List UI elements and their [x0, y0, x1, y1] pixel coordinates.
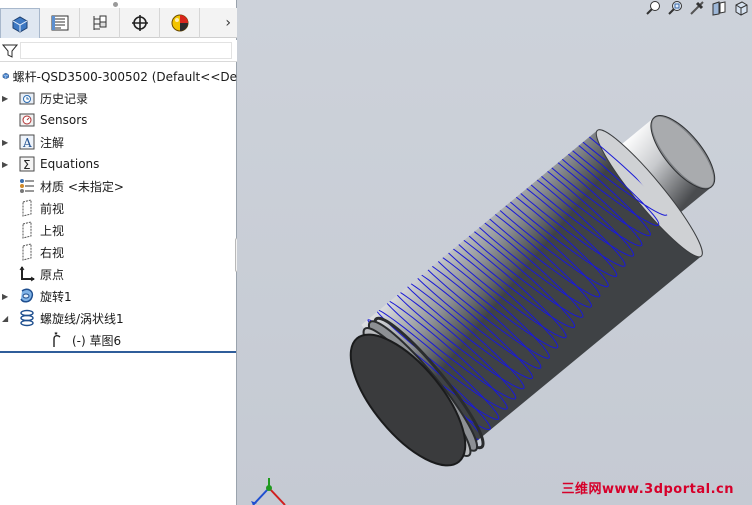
tab-display-manager[interactable] [160, 8, 200, 38]
helix-icon [18, 309, 36, 327]
revolve-icon [18, 287, 36, 305]
tree-item-label: 螺旋线/涡状线1 [40, 311, 124, 326]
expand-arrow-icon[interactable]: ▶ [2, 94, 12, 103]
sketch-icon [50, 331, 68, 349]
tree-item-label: (-) 草图6 [72, 333, 122, 348]
configuration-manager-icon [93, 15, 106, 30]
tree-item-history[interactable]: ▶ 历史记录 [0, 87, 237, 109]
tree-item-label: 注解 [40, 135, 65, 150]
annotation-icon: A [18, 133, 36, 151]
tree-item-material[interactable]: 材质 <未指定> [0, 175, 237, 197]
tree-item-label: 历史记录 [40, 91, 89, 106]
tab-configuration-manager[interactable] [80, 8, 120, 38]
feature-manager-panel: › 螺杆-QSD3500-300502 (Default<<De ▶ 历史记录 … [0, 0, 237, 505]
tab-property-manager[interactable] [40, 8, 80, 38]
svg-text:A: A [22, 136, 32, 150]
origin-icon [18, 265, 36, 283]
tree-item-label: Equations [40, 157, 100, 171]
expand-arrow-icon[interactable]: ▶ [2, 292, 12, 301]
filter-bar [0, 40, 237, 62]
tree-item-equations[interactable]: ▶ Σ Equations [0, 153, 237, 175]
part-icon [2, 72, 9, 80]
tree-item-sensors[interactable]: Sensors [0, 109, 237, 131]
graphics-viewport[interactable]: 三维网www.3dportal.cn [237, 0, 752, 505]
tree-item-front-plane[interactable]: 前视 [0, 197, 237, 219]
screw-model[interactable] [237, 0, 752, 505]
material-icon [18, 177, 36, 195]
tree-item-right-plane[interactable]: 右视 [0, 241, 237, 263]
plane-icon [18, 199, 36, 217]
tree-item-label: 材质 <未指定> [40, 179, 124, 194]
display-manager-icon [171, 14, 188, 32]
equations-icon: Σ [18, 155, 36, 173]
history-folder-icon [18, 89, 36, 107]
tab-feature-manager[interactable] [0, 8, 40, 38]
crosshair-icon [131, 15, 148, 31]
tree-item-label: 原点 [40, 267, 65, 282]
tree-item-label: 右视 [40, 245, 65, 260]
tree-item-origin[interactable]: 原点 [0, 263, 237, 285]
sensor-icon [18, 111, 36, 129]
tree-item-sketch[interactable]: (-) 草图6 [0, 329, 237, 351]
tree-item-label: 前视 [40, 201, 65, 216]
tree-root-label: 螺杆-QSD3500-300502 (Default<<De [12, 69, 237, 84]
watermark-text: 三维网www.3dportal.cn [561, 482, 734, 497]
tab-more-button[interactable]: › [225, 15, 231, 31]
expand-arrow-icon[interactable]: ▶ [2, 138, 12, 147]
plane-icon [18, 243, 36, 261]
tree-item-helix[interactable]: ◢ 螺旋线/涡状线1 [0, 307, 237, 329]
expand-arrow-icon[interactable]: ▶ [2, 160, 12, 169]
tab-dimxpert-manager[interactable] [120, 8, 160, 38]
filter-icon[interactable] [2, 43, 18, 59]
panel-grip[interactable] [113, 2, 118, 7]
tree-item-top-plane[interactable]: 上视 [0, 219, 237, 241]
tree-root-part[interactable]: 螺杆-QSD3500-300502 (Default<<De [0, 66, 237, 86]
coordinate-triad-icon [251, 478, 286, 505]
tree-item-label: 上视 [40, 223, 65, 238]
tree-item-label: Sensors [40, 113, 88, 127]
tree-item-revolve[interactable]: ▶ 旋转1 [0, 285, 237, 307]
plane-icon [18, 221, 36, 239]
filter-input[interactable] [20, 42, 232, 59]
tree-item-annotations[interactable]: ▶ A 注解 [0, 131, 237, 153]
feature-manager-icon [12, 15, 28, 33]
svg-text:Σ: Σ [23, 158, 31, 172]
panel-tab-bar: › [0, 2, 237, 38]
property-manager-icon [51, 15, 68, 31]
collapse-arrow-icon[interactable]: ◢ [2, 314, 12, 323]
tree-item-label: 旋转1 [40, 289, 72, 304]
rollback-bar[interactable] [0, 351, 236, 353]
